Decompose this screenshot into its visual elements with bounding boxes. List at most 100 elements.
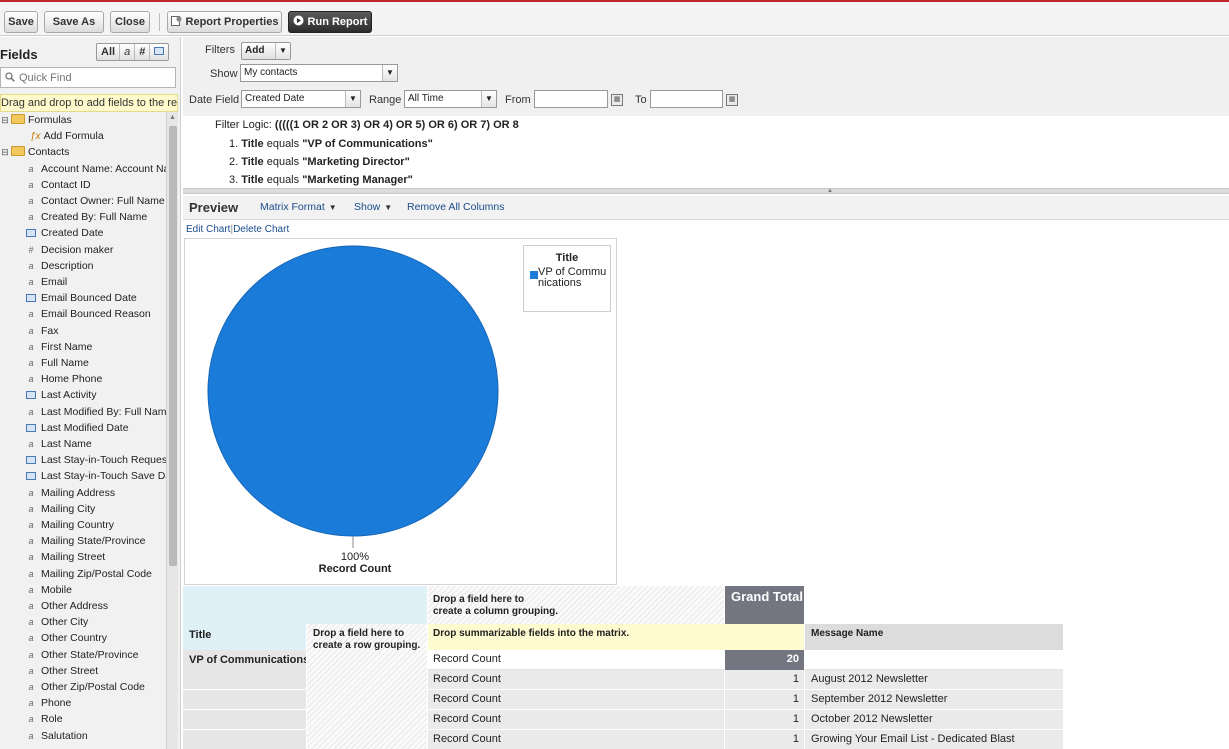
format-dropdown[interactable]: Matrix Format ▼ — [260, 201, 337, 213]
text-field-icon: a — [28, 601, 34, 611]
tree-field-item[interactable]: a Contact ID — [26, 177, 91, 193]
edit-chart-link[interactable]: Edit Chart — [186, 224, 230, 235]
tree-field-item[interactable]: a Last Modified By: Full Name — [26, 404, 166, 420]
tree-field-item[interactable]: Created Date — [26, 225, 103, 241]
tree-field-item[interactable]: a Role — [26, 711, 62, 727]
tree-item-label: Contact ID — [41, 178, 91, 191]
text-field-icon: a — [28, 179, 34, 190]
collapse-icon[interactable]: ⊟ — [0, 112, 10, 128]
tree-item-label: Account Name: Account Nar — [41, 162, 166, 175]
tree-field-item[interactable]: a Email Bounced Reason — [26, 306, 150, 322]
tree-field-item[interactable]: a Other City — [26, 614, 88, 630]
tree-item-label: Created By: Full Name — [41, 211, 148, 224]
field-tree-scrollbar[interactable]: ▲ — [166, 112, 178, 749]
tree-field-item[interactable]: Email Bounced Date — [26, 290, 137, 306]
filter-condition-value: "VP of Communications" — [302, 138, 433, 150]
text-field-icon: a — [28, 487, 34, 498]
filter-condition-op: equals — [263, 138, 303, 150]
tree-field-item[interactable]: a Other Zip/Postal Code — [26, 679, 144, 695]
tree-item-label: Formulas — [28, 114, 72, 126]
tree-field-item[interactable]: a Other Country — [26, 630, 106, 646]
tree-field-item[interactable]: a Created By: Full Name — [26, 209, 147, 225]
from-calendar-icon[interactable]: ▦ — [611, 94, 623, 106]
show-select[interactable]: My contacts ▼ — [240, 64, 398, 82]
matrix-row-value: 1 — [725, 690, 804, 710]
tree-field-item[interactable]: a Phone — [26, 695, 71, 711]
date-field-select[interactable]: Created Date ▼ — [241, 90, 361, 108]
tree-field-item[interactable]: a Other Address — [26, 598, 108, 614]
matrix-row-value: 1 — [725, 670, 804, 690]
delete-chart-link[interactable]: Delete Chart — [233, 224, 289, 235]
tree-field-item[interactable]: a Mailing State/Province — [26, 533, 145, 549]
tree-field-item[interactable]: a Home Phone — [26, 371, 102, 387]
tree-field-item[interactable]: Last Stay-in-Touch Save Dat — [26, 468, 166, 484]
run-report-button[interactable]: Run Report — [288, 11, 372, 33]
column-grouping-drop-zone[interactable]: Drop a field here to create a column gro… — [428, 586, 724, 624]
remove-all-columns-link[interactable]: Remove All Columns — [407, 201, 504, 213]
tree-field-item[interactable]: a Mailing Street — [26, 549, 105, 565]
tree-field-item[interactable]: Last Stay-in-Touch Request — [26, 452, 166, 468]
tree-field-item[interactable]: Last Activity — [26, 387, 96, 403]
tree-field-item[interactable]: a Mailing Zip/Postal Code — [26, 566, 151, 582]
tree-field-item[interactable]: ƒx Add Formula — [30, 128, 104, 144]
tree-field-item[interactable]: a Mailing Country — [26, 517, 113, 533]
to-calendar-icon[interactable]: ▦ — [726, 94, 738, 106]
tree-field-item[interactable]: Last Modified Date — [26, 420, 129, 436]
collapse-icon[interactable]: ⊟ — [0, 144, 10, 160]
range-select[interactable]: All Time ▼ — [404, 90, 497, 108]
tree-field-item[interactable]: a Salutation — [26, 728, 87, 744]
quick-find-input[interactable] — [19, 70, 169, 85]
splitter-grip-icon[interactable]: ▲ — [827, 188, 833, 194]
tree-folder[interactable]: ⊟ Contacts — [0, 144, 69, 160]
save-button[interactable]: Save — [4, 11, 38, 33]
filter-condition: 2. Title equals "Marketing Director" — [229, 156, 410, 168]
tree-field-item[interactable]: a Fax — [26, 323, 58, 339]
filter-number-button[interactable]: # — [135, 44, 151, 60]
tree-folder[interactable]: ⊟ Formulas — [0, 112, 72, 128]
scrollbar-thumb[interactable] — [169, 126, 177, 566]
tree-field-item[interactable]: a Description — [26, 258, 93, 274]
filter-date-button[interactable] — [150, 44, 168, 60]
tree-item-label: Last Name — [41, 438, 92, 450]
filter-all-button[interactable]: All — [97, 44, 121, 60]
tree-item-label: Mailing State/Province — [41, 535, 146, 548]
text-field-icon: a — [28, 714, 34, 725]
pie-slice — [207, 245, 499, 537]
message-name-header: Message Name — [805, 624, 1063, 650]
close-button[interactable]: Close — [110, 11, 150, 33]
summarize-drop-zone[interactable]: Drop summarizable fields into the matrix… — [428, 624, 804, 650]
add-filter-dropdown[interactable]: Add ▼ — [241, 42, 291, 60]
show-dropdown[interactable]: Show ▼ — [354, 201, 392, 213]
tree-field-item[interactable]: a Contact Owner: Full Name — [26, 193, 164, 209]
chevron-down-icon: ▼ — [481, 91, 496, 107]
tree-field-item[interactable]: a Full Name — [26, 355, 88, 371]
filters-section: Filters Add ▼ Show My contacts ▼ Date Fiel… — [183, 37, 1229, 190]
tree-field-item[interactable]: a Other State/Province — [26, 647, 138, 663]
tree-field-item[interactable]: a Mobile — [26, 582, 71, 598]
scroll-up-arrow-icon[interactable]: ▲ — [169, 114, 176, 121]
tree-field-item[interactable]: a Other Street — [26, 663, 98, 679]
tree-field-item[interactable]: a Mailing City — [26, 501, 95, 517]
row-grouping-drop-zone[interactable]: Drop a field here to create a row groupi… — [307, 624, 427, 749]
tree-item-label: Last Modified By: Full Name — [41, 405, 166, 418]
from-date-input[interactable] — [534, 90, 608, 108]
chart-container: Title VP of Communications 100% Record C… — [184, 238, 617, 585]
save-as-button[interactable]: Save As — [44, 11, 104, 33]
tree-item-label: Email Bounced Date — [41, 292, 137, 305]
tree-field-item[interactable]: a Last Name — [26, 436, 92, 452]
tree-field-item[interactable]: a First Name — [26, 339, 92, 355]
tree-field-item[interactable]: # Decision maker — [26, 242, 113, 258]
matrix-row-label: Record Count — [428, 710, 724, 730]
tree-field-item[interactable]: a Account Name: Account Nar — [26, 161, 166, 177]
tree-field-item[interactable]: a Email — [26, 274, 67, 290]
to-date-input[interactable] — [650, 90, 723, 108]
report-properties-icon — [170, 16, 182, 26]
filter-text-button[interactable]: a — [120, 44, 136, 60]
tree-item-label: Add Formula — [43, 130, 104, 143]
fields-panel: Fields All a # Drag and drop to add fiel… — [0, 37, 181, 749]
section-splitter[interactable]: ▲ — [183, 188, 1229, 194]
fields-panel-title: Fields — [0, 47, 38, 62]
report-properties-button[interactable]: Report Properties — [167, 11, 282, 33]
tree-field-item[interactable]: a Mailing Address — [26, 485, 115, 501]
filter-condition-field: Title — [241, 138, 264, 150]
